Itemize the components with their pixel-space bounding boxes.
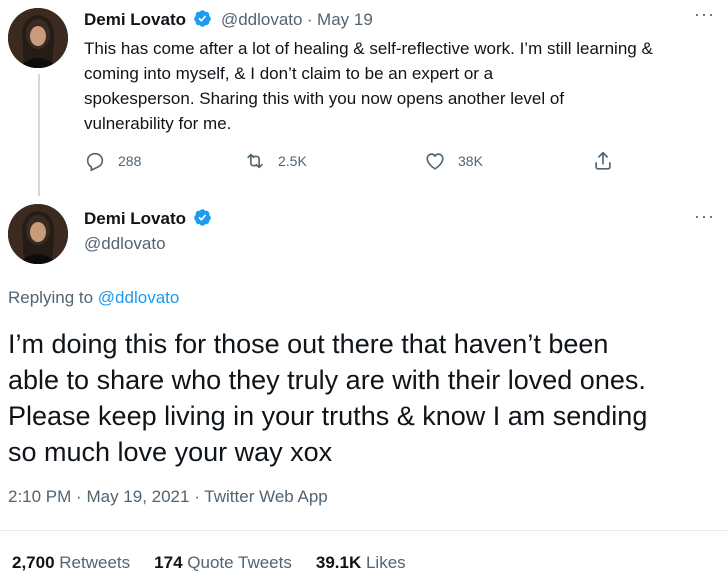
author-handle[interactable]: @ddlovato bbox=[84, 234, 166, 254]
retweet-button[interactable]: 2.5K bbox=[244, 150, 307, 172]
thread-connector-line bbox=[38, 74, 40, 196]
tweet-date[interactable]: May 19 bbox=[317, 10, 373, 29]
verified-badge-icon bbox=[194, 209, 212, 226]
profile-photo bbox=[8, 8, 68, 68]
like-icon bbox=[426, 153, 444, 170]
first-tweet-header: Demi Lovato @ddlovato · May 19 bbox=[84, 9, 373, 30]
tweet-text-line: This has come after a lot of healing & s… bbox=[84, 39, 653, 58]
tweet-metadata: 2:10 PM · May 19, 2021 · Twitter Web App bbox=[8, 487, 328, 507]
more-options-icon[interactable]: ··· bbox=[694, 4, 715, 25]
quote-tweets-label: Quote Tweets bbox=[187, 553, 292, 572]
avatar-main-tweet[interactable] bbox=[8, 204, 68, 264]
tweet-full-date[interactable]: May 19, 2021 bbox=[86, 487, 189, 506]
first-tweet-text: This has come after a lot of healing & s… bbox=[84, 36, 724, 136]
engagement-stats: 2,700 Retweets 174 Quote Tweets 39.1K Li… bbox=[12, 553, 406, 573]
reply-icon bbox=[86, 152, 104, 172]
replying-to-link[interactable]: @ddlovato bbox=[98, 288, 180, 307]
main-tweet-text: I’m doing this for those out there that … bbox=[8, 326, 724, 470]
meta-separator: · bbox=[306, 10, 313, 29]
quote-tweets-stat[interactable]: 174 Quote Tweets bbox=[154, 553, 292, 573]
likes-stat[interactable]: 39.1K Likes bbox=[316, 553, 406, 573]
author-handle[interactable]: @ddlovato bbox=[221, 10, 303, 29]
retweets-label: Retweets bbox=[59, 553, 131, 572]
like-count: 38K bbox=[458, 153, 483, 169]
share-icon bbox=[595, 151, 611, 170]
tweet-time[interactable]: 2:10 PM bbox=[8, 487, 71, 506]
avatar-first-tweet[interactable] bbox=[8, 8, 68, 68]
retweet-icon bbox=[247, 153, 263, 169]
retweet-count: 2.5K bbox=[278, 153, 307, 169]
replying-to-label: Replying to bbox=[8, 288, 94, 307]
share-button[interactable] bbox=[592, 150, 614, 172]
author-name[interactable]: Demi Lovato bbox=[84, 10, 186, 29]
retweets-count: 2,700 bbox=[12, 553, 55, 572]
reply-count: 288 bbox=[118, 153, 142, 169]
reply-button[interactable]: 288 bbox=[84, 150, 141, 172]
tweet-text-line: able to share who they truly are with th… bbox=[8, 365, 646, 395]
main-tweet-author: Demi Lovato bbox=[84, 208, 212, 229]
like-button[interactable]: 38K bbox=[424, 150, 483, 172]
author-name[interactable]: Demi Lovato bbox=[84, 209, 186, 228]
likes-count: 39.1K bbox=[315, 553, 362, 572]
tweet-text-line: vulnerability for me. bbox=[84, 114, 232, 133]
replying-to-line: Replying to @ddlovato bbox=[8, 288, 179, 308]
retweets-stat[interactable]: 2,700 Retweets bbox=[12, 553, 130, 573]
tweet-source[interactable]: Twitter Web App bbox=[204, 487, 327, 506]
more-options-icon[interactable]: ··· bbox=[694, 206, 715, 227]
profile-photo bbox=[8, 204, 68, 264]
meta-separator: · bbox=[76, 487, 82, 506]
tweet-text-line: coming into myself, & I don’t claim to b… bbox=[84, 64, 494, 83]
quote-tweets-count: 174 bbox=[154, 553, 183, 572]
tweet-text-line: Please keep living in your truths & know… bbox=[8, 401, 648, 431]
likes-label: Likes bbox=[365, 553, 406, 572]
meta-separator: · bbox=[194, 487, 200, 506]
divider bbox=[0, 530, 728, 531]
tweet-text-line: I’m doing this for those out there that … bbox=[8, 329, 609, 359]
tweet-text-line: spokesperson. Sharing this with you now … bbox=[84, 89, 565, 108]
verified-badge-icon bbox=[194, 10, 212, 27]
tweet-text-line: so much love your way xox bbox=[8, 437, 333, 467]
